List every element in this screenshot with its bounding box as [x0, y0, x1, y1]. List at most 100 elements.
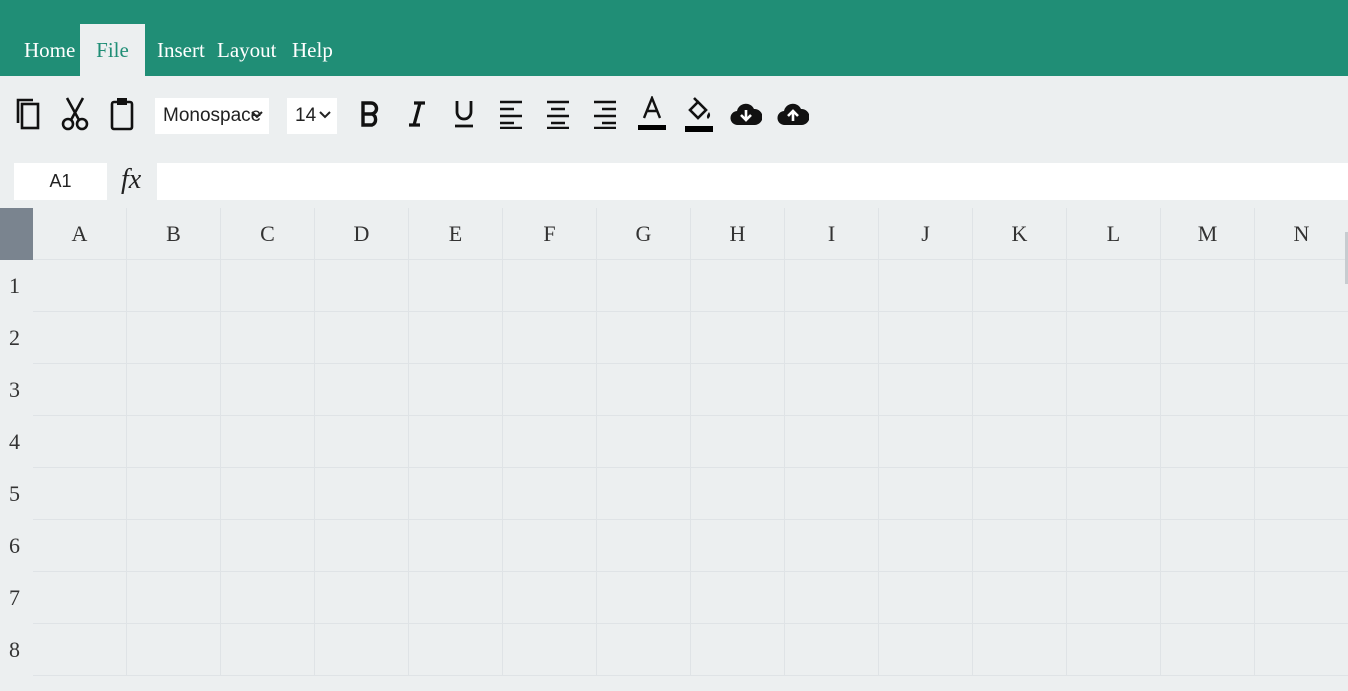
cell-c8[interactable] [221, 624, 315, 676]
cell-m8[interactable] [1161, 624, 1255, 676]
cell-k6[interactable] [973, 520, 1067, 572]
cell-c5[interactable] [221, 468, 315, 520]
align-center-icon[interactable] [541, 94, 575, 134]
cell-n2[interactable] [1255, 312, 1348, 364]
cell-m4[interactable] [1161, 416, 1255, 468]
cell-h3[interactable] [691, 364, 785, 416]
cell-e8[interactable] [409, 624, 503, 676]
cut-icon[interactable] [58, 94, 92, 134]
cell-b6[interactable] [127, 520, 221, 572]
cell-m7[interactable] [1161, 572, 1255, 624]
row-header-5[interactable]: 5 [0, 468, 33, 520]
cell-d4[interactable] [315, 416, 409, 468]
cell-n1[interactable] [1255, 260, 1348, 312]
cell-b7[interactable] [127, 572, 221, 624]
row-header-2[interactable]: 2 [0, 312, 33, 364]
menu-file[interactable]: File [80, 24, 145, 76]
cell-h8[interactable] [691, 624, 785, 676]
cell-e6[interactable] [409, 520, 503, 572]
cell-k7[interactable] [973, 572, 1067, 624]
cell-m3[interactable] [1161, 364, 1255, 416]
cell-i5[interactable] [785, 468, 879, 520]
cell-d8[interactable] [315, 624, 409, 676]
cell-f7[interactable] [503, 572, 597, 624]
cell-l4[interactable] [1067, 416, 1161, 468]
cell-d3[interactable] [315, 364, 409, 416]
formula-input[interactable] [157, 163, 1348, 200]
cell-m2[interactable] [1161, 312, 1255, 364]
cloud-download-icon[interactable] [729, 94, 763, 134]
column-header-m[interactable]: M [1161, 208, 1255, 260]
cell-h2[interactable] [691, 312, 785, 364]
cell-g3[interactable] [597, 364, 691, 416]
cell-f8[interactable] [503, 624, 597, 676]
cell-n5[interactable] [1255, 468, 1348, 520]
cell-d2[interactable] [315, 312, 409, 364]
cell-b8[interactable] [127, 624, 221, 676]
cell-d1[interactable] [315, 260, 409, 312]
cell-h6[interactable] [691, 520, 785, 572]
cell-f2[interactable] [503, 312, 597, 364]
cell-i7[interactable] [785, 572, 879, 624]
cell-l2[interactable] [1067, 312, 1161, 364]
cell-c7[interactable] [221, 572, 315, 624]
cell-n6[interactable] [1255, 520, 1348, 572]
cell-a1[interactable] [33, 260, 127, 312]
cell-k1[interactable] [973, 260, 1067, 312]
cell-i1[interactable] [785, 260, 879, 312]
row-header-7[interactable]: 7 [0, 572, 33, 624]
cell-f6[interactable] [503, 520, 597, 572]
cell-a4[interactable] [33, 416, 127, 468]
font-size-select[interactable]: 14 [287, 98, 337, 134]
cell-b1[interactable] [127, 260, 221, 312]
font-family-select[interactable]: Monospace [155, 98, 269, 134]
column-header-l[interactable]: L [1067, 208, 1161, 260]
cell-d6[interactable] [315, 520, 409, 572]
column-header-f[interactable]: F [503, 208, 597, 260]
column-header-a[interactable]: A [33, 208, 127, 260]
cell-reference-box[interactable]: A1 [14, 163, 107, 200]
cell-j8[interactable] [879, 624, 973, 676]
cell-c6[interactable] [221, 520, 315, 572]
cell-n3[interactable] [1255, 364, 1348, 416]
column-header-b[interactable]: B [127, 208, 221, 260]
cell-b5[interactable] [127, 468, 221, 520]
text-color-icon[interactable] [635, 94, 669, 134]
cell-k2[interactable] [973, 312, 1067, 364]
cell-g2[interactable] [597, 312, 691, 364]
cell-j2[interactable] [879, 312, 973, 364]
cell-l1[interactable] [1067, 260, 1161, 312]
cloud-upload-icon[interactable] [776, 94, 810, 134]
column-header-i[interactable]: I [785, 208, 879, 260]
cell-e4[interactable] [409, 416, 503, 468]
cell-h1[interactable] [691, 260, 785, 312]
cell-e2[interactable] [409, 312, 503, 364]
cell-n8[interactable] [1255, 624, 1348, 676]
cell-g5[interactable] [597, 468, 691, 520]
cell-g4[interactable] [597, 416, 691, 468]
cell-k5[interactable] [973, 468, 1067, 520]
menu-insert[interactable]: Insert [147, 24, 215, 76]
cell-g7[interactable] [597, 572, 691, 624]
cell-b3[interactable] [127, 364, 221, 416]
cell-i4[interactable] [785, 416, 879, 468]
cell-h7[interactable] [691, 572, 785, 624]
cell-e5[interactable] [409, 468, 503, 520]
cell-l3[interactable] [1067, 364, 1161, 416]
cell-a2[interactable] [33, 312, 127, 364]
align-right-icon[interactable] [588, 94, 622, 134]
column-header-h[interactable]: H [691, 208, 785, 260]
row-header-6[interactable]: 6 [0, 520, 33, 572]
cell-h5[interactable] [691, 468, 785, 520]
bold-icon[interactable] [353, 94, 387, 134]
cell-f3[interactable] [503, 364, 597, 416]
italic-icon[interactable] [400, 94, 434, 134]
cell-n4[interactable] [1255, 416, 1348, 468]
column-header-g[interactable]: G [597, 208, 691, 260]
cell-g1[interactable] [597, 260, 691, 312]
cell-m5[interactable] [1161, 468, 1255, 520]
cell-f4[interactable] [503, 416, 597, 468]
cell-j3[interactable] [879, 364, 973, 416]
cell-d5[interactable] [315, 468, 409, 520]
cell-c3[interactable] [221, 364, 315, 416]
